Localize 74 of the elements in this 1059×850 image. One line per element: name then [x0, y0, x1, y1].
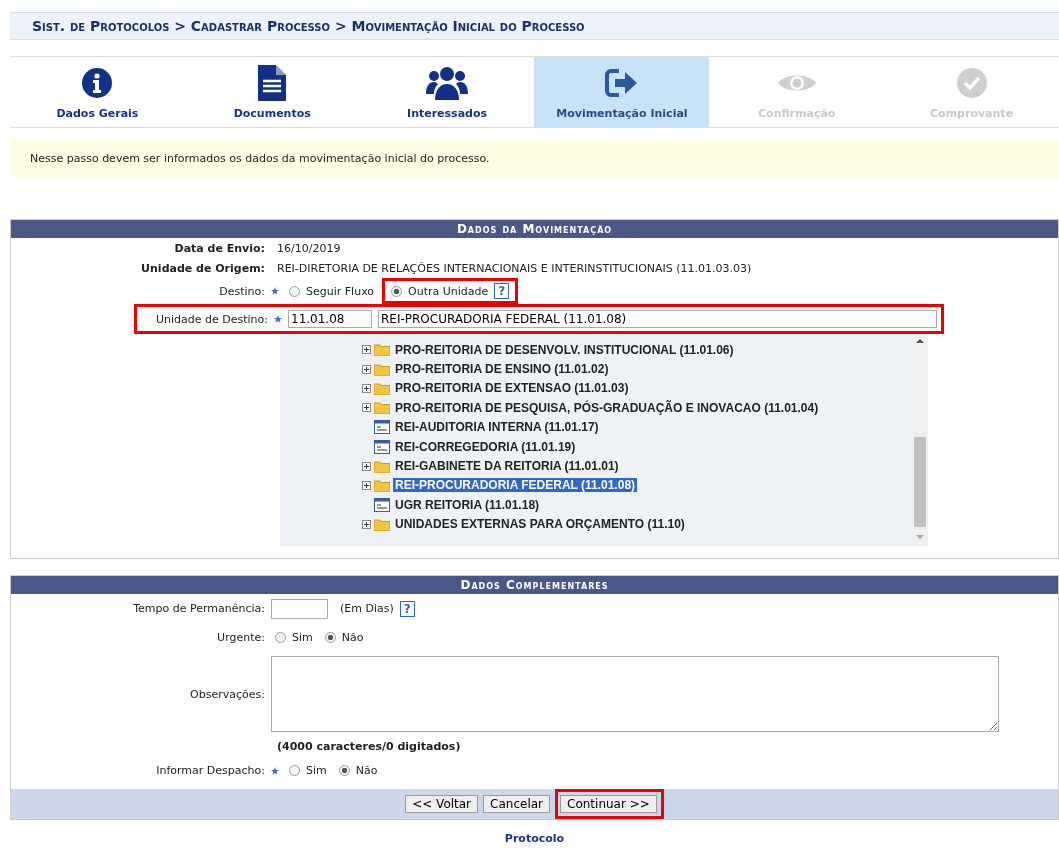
- radio-button[interactable]: [338, 765, 350, 776]
- people-icon: [426, 65, 469, 100]
- folder-icon: [374, 478, 390, 492]
- expand-icon[interactable]: [362, 383, 371, 393]
- radio-label: Sim: [292, 631, 313, 644]
- wizard-step[interactable]: Interessados: [359, 57, 535, 127]
- radio-button[interactable]: [289, 765, 300, 776]
- radio-label: Sim: [306, 764, 327, 777]
- check-circle-icon: [955, 66, 988, 99]
- help-button[interactable]: ?: [494, 283, 510, 299]
- days-input-field[interactable]: [271, 598, 328, 619]
- form-button[interactable]: Continuar >>: [560, 795, 657, 813]
- info-icon: [81, 66, 114, 99]
- field-label: Tempo de Permanência:: [132, 602, 265, 615]
- tree-item[interactable]: UGR REITORIA (11.01.18): [393, 497, 542, 512]
- wizard-step[interactable]: Dados Gerais: [10, 57, 185, 127]
- tree-item[interactable]: REI-GABINETE DA REITORIA (11.01.01): [393, 459, 621, 474]
- breadcrumb: Sist. de Protocolos > Cadastrar Processo > Movimentação Inicial do Processo: [10, 12, 1059, 40]
- section-header: Dados da Movimentação: [11, 220, 1058, 238]
- expand-icon[interactable]: [362, 403, 371, 413]
- help-button[interactable]: ?: [399, 600, 415, 617]
- tree-item[interactable]: PRO-REITORIA DE ENSINO (11.01.02): [393, 362, 611, 377]
- folder-icon: [374, 517, 390, 531]
- radio-button[interactable]: [289, 285, 300, 297]
- field-label: Observações:: [189, 687, 265, 701]
- folder-icon: [374, 459, 390, 473]
- tree-item[interactable]: REI-CORREGEDORIA (11.01.19): [393, 439, 578, 454]
- field-label: Unidade de Origem:: [140, 261, 265, 275]
- tree-item[interactable]: REI-AUDITORIA INTERNA (11.01.17): [393, 420, 601, 435]
- form-button[interactable]: Cancelar: [483, 795, 550, 813]
- unit-label: (Em Dias): [340, 602, 394, 615]
- field-label: Urgente:: [216, 631, 265, 644]
- info-message: Nesse passo devem ser informados os dados da movimentação inicial do processo.: [10, 140, 1059, 177]
- unit-icon: [374, 420, 390, 435]
- field-label: Informar Despacho:: [155, 764, 265, 777]
- field-label: Data de Envio:: [173, 241, 265, 255]
- field-value: REI-DIRETORIA DE RELAÇÕES INTERNACIONAIS E INTERINSTITUCIONAIS (11.01.03.03): [277, 261, 752, 275]
- wizard-step[interactable]: Documentos: [184, 57, 360, 127]
- radio-button[interactable]: [324, 632, 336, 643]
- footer-link[interactable]: Protocolo: [504, 832, 565, 845]
- radio-button[interactable]: [391, 285, 403, 297]
- unit-icon: [374, 497, 390, 512]
- folder-icon: [374, 401, 390, 415]
- expand-icon[interactable]: [362, 461, 371, 471]
- folder-icon: [374, 362, 390, 376]
- folder-icon: [374, 381, 390, 395]
- tree-item[interactable]: PRO-REITORIA DE PESQUISA, PÓS-GRADUAÇÃO E INOVACAO (11.01.04): [393, 400, 821, 415]
- exit-arrow-icon: [604, 67, 639, 98]
- radio-label: Outra Unidade: [408, 284, 489, 298]
- field-value: 16/10/2019: [277, 241, 341, 255]
- folder-icon: [374, 343, 390, 357]
- expand-icon[interactable]: [362, 519, 371, 529]
- character-counter: (4000 caracteres/0 digitados): [277, 739, 461, 753]
- unit-input-field[interactable]: REI-PROCURADORIA FEDERAL (11.01.08): [378, 310, 937, 328]
- scrollbar[interactable]: [912, 335, 928, 545]
- unit-icon: [374, 439, 390, 454]
- radio-button[interactable]: [275, 632, 286, 643]
- tree-item[interactable]: UNIDADES EXTERNAS PARA ORÇAMENTO (11.10): [393, 517, 687, 532]
- tree-item[interactable]: REI-PROCURADORIA FEDERAL (11.01.08): [393, 478, 638, 493]
- expand-icon[interactable]: [362, 364, 371, 374]
- radio-label: Não: [355, 764, 378, 777]
- field-label: Unidade de Destino:: [154, 312, 268, 326]
- code-input-field[interactable]: 11.01.08: [288, 310, 372, 328]
- form-button[interactable]: << Voltar: [405, 795, 479, 813]
- radio-label: Seguir Fluxo: [306, 284, 375, 298]
- field-label: Destino:: [218, 284, 265, 298]
- wizard-step[interactable]: Movimentação Inicial: [534, 57, 710, 127]
- expand-icon[interactable]: [362, 345, 371, 355]
- expand-icon[interactable]: [362, 480, 371, 490]
- radio-label: Não: [341, 631, 364, 644]
- tree-item[interactable]: PRO-REITORIA DE DESENVOLV. INSTITUCIONAL (11.01.06): [393, 342, 736, 357]
- document-icon: [258, 64, 287, 101]
- tree-item[interactable]: PRO-REITORIA DE EXTENSAO (11.01.03): [393, 381, 631, 396]
- section-header: Dados Complementares: [11, 576, 1058, 594]
